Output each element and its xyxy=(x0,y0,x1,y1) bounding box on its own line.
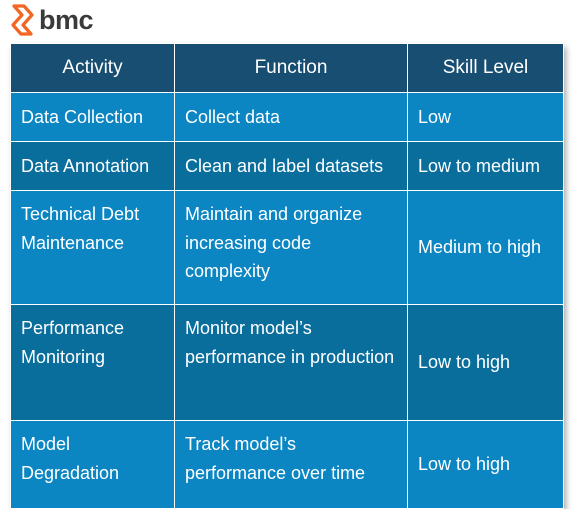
logo-text: bmc xyxy=(39,5,94,35)
table-row: Model Degradation Track model’s performa… xyxy=(10,420,564,509)
header-skill-level: Skill Level xyxy=(407,43,564,93)
activity-cell: Model Degradation xyxy=(10,420,175,509)
table-row: Data Collection Collect data Low xyxy=(10,92,564,142)
activity-cell: Data Annotation xyxy=(10,141,175,191)
bmc-chevron-icon xyxy=(11,4,34,36)
function-cell: Maintain and organize increasing code co… xyxy=(174,190,408,305)
skills-table: Activity Function Skill Level Data Colle… xyxy=(10,43,564,509)
bmc-logo: bmc xyxy=(10,4,94,36)
skill-cell: Low to medium xyxy=(407,141,564,191)
skill-cell: Low xyxy=(407,92,564,142)
skills-table-container: Activity Function Skill Level Data Colle… xyxy=(10,43,564,509)
activity-cell: Data Collection xyxy=(10,92,175,142)
table-header-row: Activity Function Skill Level xyxy=(10,43,564,93)
activity-cell: Performance Monitoring xyxy=(10,304,175,421)
table-row: Technical Debt Maintenance Maintain and … xyxy=(10,190,564,305)
skill-cell: Low to high xyxy=(407,420,564,509)
header-function: Function xyxy=(174,43,408,93)
table-row: Performance Monitoring Monitor model’s p… xyxy=(10,304,564,421)
function-cell: Track model’s performance over time xyxy=(174,420,408,509)
activity-cell: Technical Debt Maintenance xyxy=(10,190,175,305)
skill-cell: Medium to high xyxy=(407,190,564,305)
header-activity: Activity xyxy=(10,43,175,93)
function-cell: Collect data xyxy=(174,92,408,142)
table-row: Data Annotation Clean and label datasets… xyxy=(10,141,564,191)
function-cell: Clean and label datasets xyxy=(174,141,408,191)
skill-cell: Low to high xyxy=(407,304,564,421)
function-cell: Monitor model’s performance in productio… xyxy=(174,304,408,421)
